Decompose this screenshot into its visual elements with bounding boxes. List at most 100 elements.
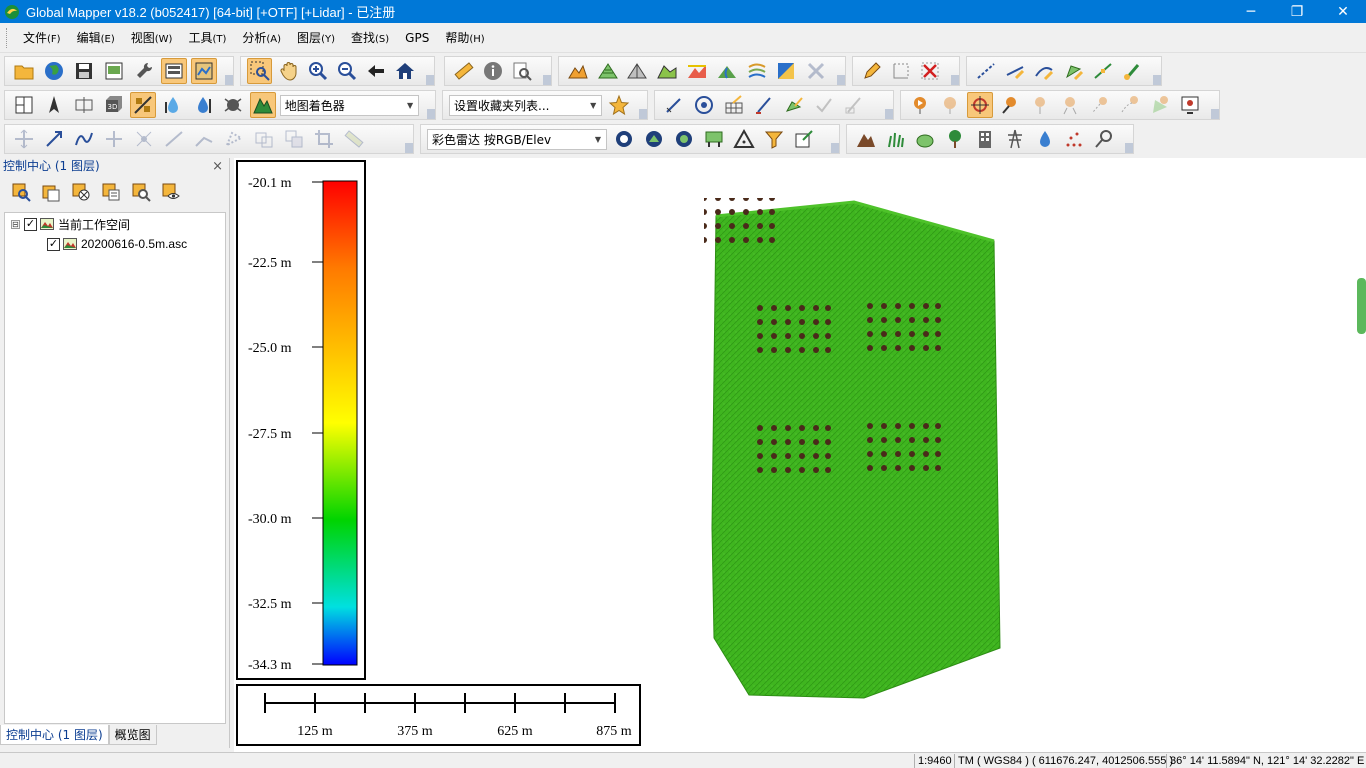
workspace-icon[interactable] (101, 58, 127, 84)
disabled-tool-icon[interactable] (803, 58, 829, 84)
brush-icon[interactable] (1120, 58, 1145, 84)
restore-button[interactable]: ❐ (1274, 0, 1320, 23)
polygon-merge-icon[interactable] (251, 126, 277, 152)
info-icon[interactable] (480, 58, 505, 84)
measure-view-icon[interactable] (71, 92, 97, 118)
area-pen-icon[interactable] (781, 92, 807, 118)
lidar-gear-2-icon[interactable] (641, 126, 667, 152)
rotate-feature-icon[interactable] (131, 126, 157, 152)
measure-pen-icon[interactable] (841, 92, 867, 118)
close-window-button[interactable]: ✕ (1320, 0, 1366, 23)
zoom-tool-icon[interactable] (247, 58, 273, 84)
marker-link-icon[interactable] (1087, 92, 1113, 118)
layer-close-icon[interactable] (68, 179, 94, 205)
building-icon[interactable] (972, 126, 998, 152)
select-rect-icon[interactable] (888, 58, 913, 84)
map-layout-icon[interactable] (191, 58, 217, 84)
bush-icon[interactable] (913, 126, 939, 152)
area-edit-icon[interactable] (1061, 58, 1086, 84)
star-icon[interactable] (606, 92, 631, 118)
north-arrow-icon[interactable] (41, 92, 67, 118)
move-feature-icon[interactable] (101, 126, 127, 152)
triangle-warning-icon[interactable] (731, 126, 757, 152)
monitor-gps-icon[interactable] (1177, 92, 1203, 118)
collapse-expander[interactable]: ⊟ (11, 219, 20, 229)
pan-hand-icon[interactable] (276, 58, 301, 84)
copy-feature-icon[interactable] (281, 126, 307, 152)
map-scroll-handle[interactable] (1357, 278, 1366, 334)
back-arrow-icon[interactable] (364, 58, 389, 84)
home-icon[interactable] (393, 58, 418, 84)
tree-icon[interactable] (942, 126, 968, 152)
elevation-legend-icon[interactable] (160, 92, 186, 118)
feature-search-icon[interactable] (510, 58, 535, 84)
check-icon[interactable] (811, 92, 837, 118)
crop-icon[interactable] (311, 126, 337, 152)
target-icon[interactable] (691, 92, 717, 118)
pen-draw-icon[interactable] (751, 92, 777, 118)
workspace-checkbox[interactable]: ✓ (24, 217, 37, 231)
menu-file[interactable]: 文件(F) (15, 27, 69, 49)
tree-node-workspace[interactable]: ⊟ ✓ 当前工作空间 (11, 215, 130, 233)
path-profile-icon[interactable] (684, 58, 710, 84)
hill-shade-icon[interactable] (130, 92, 157, 118)
move-vertex-icon[interactable] (11, 126, 37, 152)
line-split-icon[interactable] (161, 126, 187, 152)
tab-control-center[interactable]: 控制中心 (1 图层) (0, 725, 109, 745)
layer-zoom-icon[interactable] (8, 179, 34, 205)
split-view-icon[interactable] (11, 92, 37, 118)
reshape-icon[interactable] (71, 126, 97, 152)
water-drop-icon[interactable] (1032, 126, 1058, 152)
menu-layer[interactable]: 图层(Y) (289, 27, 343, 49)
noise-points-icon[interactable] (1061, 126, 1087, 152)
3d-view-icon[interactable]: 3D (101, 92, 127, 118)
marker-path-icon[interactable] (1117, 92, 1143, 118)
globe-icon[interactable] (41, 58, 67, 84)
layer-checkbox[interactable]: ✓ (47, 237, 60, 251)
tab-overview-map[interactable]: 概览图 (108, 725, 157, 745)
layer-options-icon[interactable] (38, 179, 64, 205)
polygon-split-icon[interactable] (221, 126, 247, 152)
open-folder-icon[interactable] (11, 58, 37, 84)
measure-ruler-icon[interactable] (341, 126, 367, 152)
lidar-color-select[interactable]: 彩色雷达 按RGB/Elev ▼ (427, 128, 607, 150)
menu-search[interactable]: 查找(S) (343, 27, 397, 49)
crosshair-icon[interactable] (967, 92, 993, 118)
grid-edit-icon[interactable] (721, 92, 747, 118)
play-point-icon[interactable] (907, 92, 933, 118)
pen-line-icon[interactable] (661, 92, 687, 118)
zoom-in-icon[interactable] (305, 58, 330, 84)
grass-icon[interactable] (883, 126, 909, 152)
menu-analysis[interactable]: 分析(A) (234, 27, 289, 49)
terrain-raster[interactable] (704, 198, 1004, 708)
water-level-icon[interactable] (190, 92, 216, 118)
delete-feature-icon[interactable] (918, 58, 943, 84)
zoom-out-icon[interactable] (335, 58, 360, 84)
layer-visibility-icon[interactable] (158, 179, 184, 205)
lidar-gear-1-icon[interactable] (611, 126, 637, 152)
menu-tools[interactable]: 工具(T) (180, 27, 234, 49)
pencil-icon[interactable] (859, 58, 884, 84)
save-icon[interactable] (71, 58, 97, 84)
chevron-down-icon[interactable]: ▼ (587, 99, 599, 112)
curve-edit-icon[interactable] (1032, 58, 1057, 84)
pause-point-icon[interactable] (937, 92, 963, 118)
shader-select[interactable]: 地图着色器 ▼ (279, 94, 420, 116)
menu-view[interactable]: 视图(W) (123, 27, 181, 49)
marker-area-icon[interactable] (1147, 92, 1173, 118)
layer-search-icon[interactable] (128, 179, 154, 205)
close-icon[interactable]: × (212, 158, 223, 175)
vertex-edit-icon[interactable] (1090, 58, 1115, 84)
elevation-query-icon[interactable] (744, 58, 770, 84)
lidar-points-icon[interactable] (220, 92, 246, 118)
filter-icon[interactable] (761, 126, 787, 152)
marker-move-icon[interactable] (1057, 92, 1083, 118)
minimize-button[interactable]: ─ (1228, 0, 1274, 23)
watershed-icon[interactable] (714, 58, 740, 84)
menu-edit[interactable]: 编辑(E) (69, 27, 123, 49)
terrain-icon[interactable] (565, 58, 591, 84)
menu-help[interactable]: 帮助(H) (437, 27, 492, 49)
menu-grip[interactable] (6, 27, 9, 48)
wrench-icon[interactable] (131, 58, 157, 84)
lidar-gear-3-icon[interactable] (671, 126, 697, 152)
